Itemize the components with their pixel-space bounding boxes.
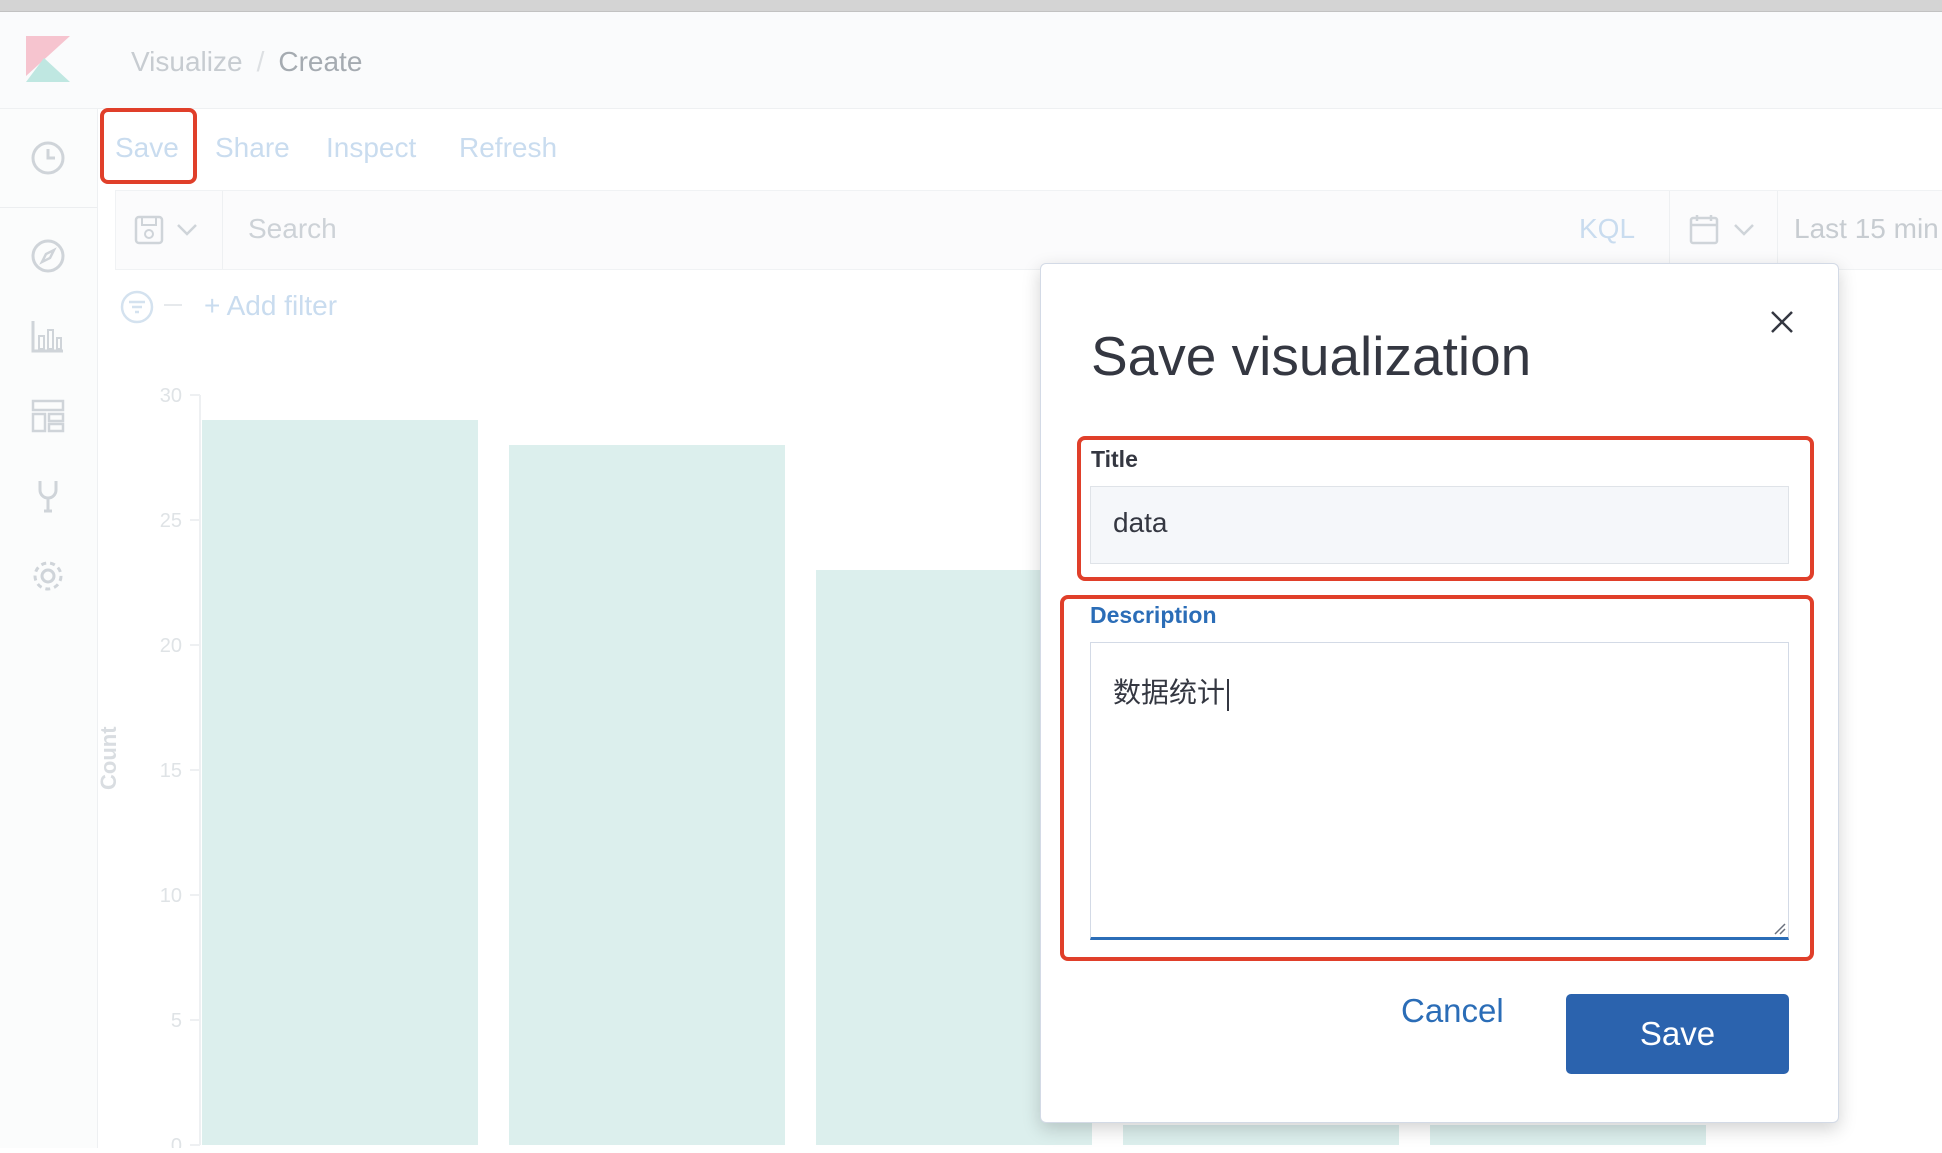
- chart-bar[interactable]: [509, 445, 785, 1145]
- add-filter-button[interactable]: + Add filter: [204, 290, 337, 322]
- text-caret: [1227, 678, 1230, 711]
- calendar-icon: [1689, 215, 1719, 245]
- time-range-label[interactable]: Last 15 min: [1794, 213, 1939, 245]
- search-input[interactable]: Search: [248, 213, 337, 245]
- dashboard-icon[interactable]: [30, 398, 66, 434]
- share-menu-item[interactable]: Share: [215, 132, 290, 164]
- y-tick-label: 20: [160, 635, 182, 657]
- saved-query-button[interactable]: [116, 191, 223, 269]
- chart-bar[interactable]: [202, 420, 478, 1145]
- y-tick-label: 30: [160, 385, 182, 407]
- chart-bar[interactable]: [1123, 1125, 1399, 1145]
- refresh-menu-item[interactable]: Refresh: [459, 132, 557, 164]
- y-axis-label: Count: [96, 726, 121, 790]
- title-label: Title: [1091, 446, 1138, 472]
- clock-icon[interactable]: [30, 140, 66, 176]
- description-label: Description: [1090, 602, 1217, 628]
- cancel-button[interactable]: Cancel: [1401, 992, 1504, 1030]
- save-query-icon: [134, 215, 164, 245]
- y-tick-label: 5: [171, 1010, 182, 1032]
- chart-icon[interactable]: [30, 318, 66, 354]
- breadcrumb: Visualize / Create: [131, 46, 363, 77]
- dev-tools-icon[interactable]: [30, 478, 66, 514]
- modal-title: Save visualization: [1091, 325, 1532, 387]
- description-text: 数据统计: [1113, 677, 1226, 708]
- gear-icon[interactable]: [30, 558, 66, 594]
- save-menu-item[interactable]: Save: [115, 132, 179, 164]
- side-nav: [0, 109, 98, 1148]
- y-tick-label: 0: [171, 1135, 182, 1148]
- save-button[interactable]: Save: [1566, 994, 1789, 1074]
- chevron-down-icon: [177, 224, 197, 236]
- kql-toggle[interactable]: KQL: [1579, 213, 1635, 245]
- chart-bar[interactable]: [1430, 1125, 1706, 1145]
- title-input[interactable]: data: [1090, 486, 1789, 564]
- close-icon[interactable]: [1766, 306, 1798, 338]
- breadcrumb-visualize[interactable]: Visualize: [131, 46, 243, 77]
- browser-top-edge: [0, 0, 1942, 12]
- save-visualization-modal: Save visualization Title data Descriptio…: [1040, 263, 1839, 1123]
- header-bar: Visualize / Create: [0, 12, 1942, 109]
- inspect-menu-item[interactable]: Inspect: [326, 132, 416, 164]
- y-tick-label: 10: [160, 885, 182, 907]
- kibana-logo-icon[interactable]: [26, 36, 70, 82]
- filter-icon[interactable]: [120, 290, 154, 324]
- compass-icon[interactable]: [30, 238, 66, 274]
- y-tick-label: 15: [160, 760, 182, 782]
- query-bar: Search KQL Last 15 min: [115, 190, 1942, 270]
- description-textarea[interactable]: 数据统计: [1090, 642, 1789, 940]
- chevron-down-icon: [1734, 224, 1754, 236]
- date-picker-button[interactable]: [1669, 191, 1778, 269]
- resize-grip-icon[interactable]: [1772, 921, 1786, 935]
- y-tick-label: 25: [160, 510, 182, 532]
- breadcrumb-create: Create: [278, 46, 363, 77]
